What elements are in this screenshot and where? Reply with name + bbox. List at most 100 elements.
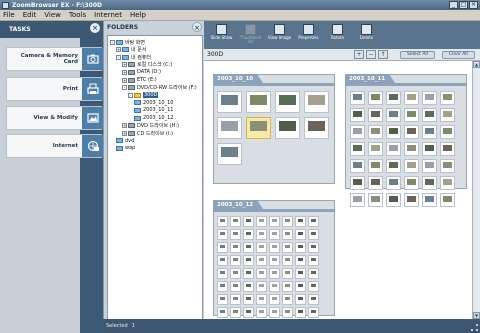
resize-grip-icon[interactable] (471, 324, 478, 331)
photo-thumbnail[interactable] (275, 117, 300, 139)
photo-thumbnail[interactable] (295, 255, 306, 266)
expand-icon[interactable]: + (116, 47, 121, 53)
menu-edit[interactable]: Edit (23, 11, 37, 19)
task-print[interactable]: Print (6, 77, 103, 101)
photo-thumbnail[interactable] (282, 216, 293, 227)
menu-tools[interactable]: Tools (69, 11, 86, 19)
photo-thumbnail[interactable] (269, 216, 280, 227)
photo-thumbnail[interactable] (295, 216, 306, 227)
photo-thumbnail[interactable] (217, 229, 228, 240)
photo-thumbnail[interactable] (440, 91, 455, 105)
photo-thumbnail[interactable] (295, 242, 306, 253)
photo-thumbnail[interactable] (230, 281, 241, 292)
photo-thumbnail[interactable] (269, 281, 280, 292)
view-image-button[interactable]: View Image (267, 21, 292, 40)
photo-thumbnail[interactable] (217, 143, 242, 165)
zoom-in-icon[interactable]: + (354, 50, 364, 59)
photo-thumbnail[interactable] (368, 125, 383, 139)
vertical-scrollbar[interactable]: ▲ ▼ (472, 61, 480, 319)
photo-thumbnail[interactable] (230, 294, 241, 305)
photo-thumbnail[interactable] (217, 117, 242, 139)
photo-thumbnail[interactable] (256, 216, 267, 227)
photo-thumbnail[interactable] (368, 91, 383, 105)
photo-thumbnail[interactable] (386, 91, 401, 105)
photo-thumbnail[interactable] (308, 242, 319, 253)
photo-thumbnail[interactable] (243, 255, 254, 266)
photo-thumbnail[interactable] (269, 229, 280, 240)
folder-tree[interactable]: - 바탕 화면 + 내 문서 - 내 컴퓨터 + 로컬 디스크 (C:) + DATA (D:) +… (107, 35, 203, 325)
photo-thumbnail[interactable] (282, 242, 293, 253)
photo-thumbnail[interactable] (440, 142, 455, 156)
photo-thumbnail[interactable] (269, 268, 280, 279)
photo-thumbnail[interactable] (217, 268, 228, 279)
up-folder-icon[interactable]: ↑ (378, 50, 388, 59)
photo-thumbnail[interactable] (440, 108, 455, 122)
photo-thumbnail[interactable] (386, 159, 401, 173)
photo-thumbnail[interactable] (386, 125, 401, 139)
task-view-modify[interactable]: View & Modify (6, 106, 103, 130)
photo-thumbnail[interactable] (404, 193, 419, 207)
menu-view[interactable]: View (44, 11, 61, 19)
rotate-button[interactable]: Rotate (325, 21, 350, 40)
photo-thumbnail[interactable] (440, 125, 455, 139)
photo-thumbnail[interactable] (217, 91, 242, 113)
scroll-down-icon[interactable]: ▼ (473, 312, 480, 319)
photo-thumbnail[interactable] (386, 193, 401, 207)
menu-file[interactable]: File (3, 11, 15, 19)
photo-thumbnail[interactable] (350, 108, 365, 122)
collapse-icon[interactable]: - (128, 92, 133, 98)
collapse-icon[interactable]: - (116, 54, 121, 60)
photo-thumbnail[interactable] (440, 159, 455, 173)
expand-icon[interactable]: + (122, 130, 127, 136)
zoom-out-icon[interactable]: − (366, 50, 376, 59)
photo-thumbnail[interactable] (217, 294, 228, 305)
menu-help[interactable]: Help (130, 11, 146, 19)
maximize-button[interactable]: □ (459, 1, 468, 9)
task-internet[interactable]: Internet (6, 134, 103, 158)
photo-thumbnail[interactable] (295, 294, 306, 305)
photo-thumbnail[interactable] (217, 255, 228, 266)
expand-icon[interactable]: + (122, 123, 127, 129)
photo-thumbnail[interactable] (422, 193, 437, 207)
close-button[interactable]: × (469, 1, 478, 9)
photo-thumbnail[interactable] (243, 281, 254, 292)
photo-thumbnail[interactable] (308, 229, 319, 240)
photo-thumbnail[interactable] (230, 216, 241, 227)
photo-thumbnail[interactable] (368, 142, 383, 156)
photo-thumbnail[interactable] (404, 142, 419, 156)
photo-thumbnail[interactable] (308, 268, 319, 279)
photo-thumbnail[interactable] (243, 229, 254, 240)
clear-all-button[interactable]: Clear All (442, 51, 475, 59)
photo-thumbnail[interactable] (282, 294, 293, 305)
photo-thumbnail[interactable] (308, 294, 319, 305)
photo-thumbnail[interactable] (422, 125, 437, 139)
group-title[interactable]: 2003_10_10 (213, 74, 264, 83)
thumbnail-area[interactable]: 2003_10_10 2003_10_11 2003_10_12 (204, 61, 472, 319)
photo-thumbnail[interactable] (230, 255, 241, 266)
properties-button[interactable]: Properties (296, 21, 321, 40)
photo-thumbnail[interactable] (217, 281, 228, 292)
photo-thumbnail[interactable] (404, 125, 419, 139)
photo-thumbnail[interactable] (243, 307, 254, 318)
collapse-icon[interactable]: - (110, 39, 115, 45)
photo-thumbnail[interactable] (275, 91, 300, 113)
photo-thumbnail[interactable] (269, 307, 280, 318)
photo-thumbnail[interactable] (269, 242, 280, 253)
collapse-icon[interactable]: - (122, 85, 127, 91)
photo-thumbnail[interactable] (404, 91, 419, 105)
tasks-close-icon[interactable]: × (90, 23, 100, 33)
photo-thumbnail[interactable] (386, 176, 401, 190)
photo-thumbnail[interactable] (404, 108, 419, 122)
photo-thumbnail[interactable] (308, 255, 319, 266)
photo-thumbnail[interactable] (243, 268, 254, 279)
photo-thumbnail[interactable] (230, 268, 241, 279)
photo-thumbnail[interactable] (295, 229, 306, 240)
photo-thumbnail[interactable] (386, 108, 401, 122)
photo-thumbnail[interactable] (368, 108, 383, 122)
photo-thumbnail[interactable] (256, 255, 267, 266)
photo-thumbnail[interactable] (368, 159, 383, 173)
photo-thumbnail[interactable] (422, 108, 437, 122)
minimize-button[interactable]: _ (449, 1, 458, 9)
select-all-button[interactable]: Select All (400, 51, 435, 59)
photo-thumbnail[interactable] (422, 91, 437, 105)
